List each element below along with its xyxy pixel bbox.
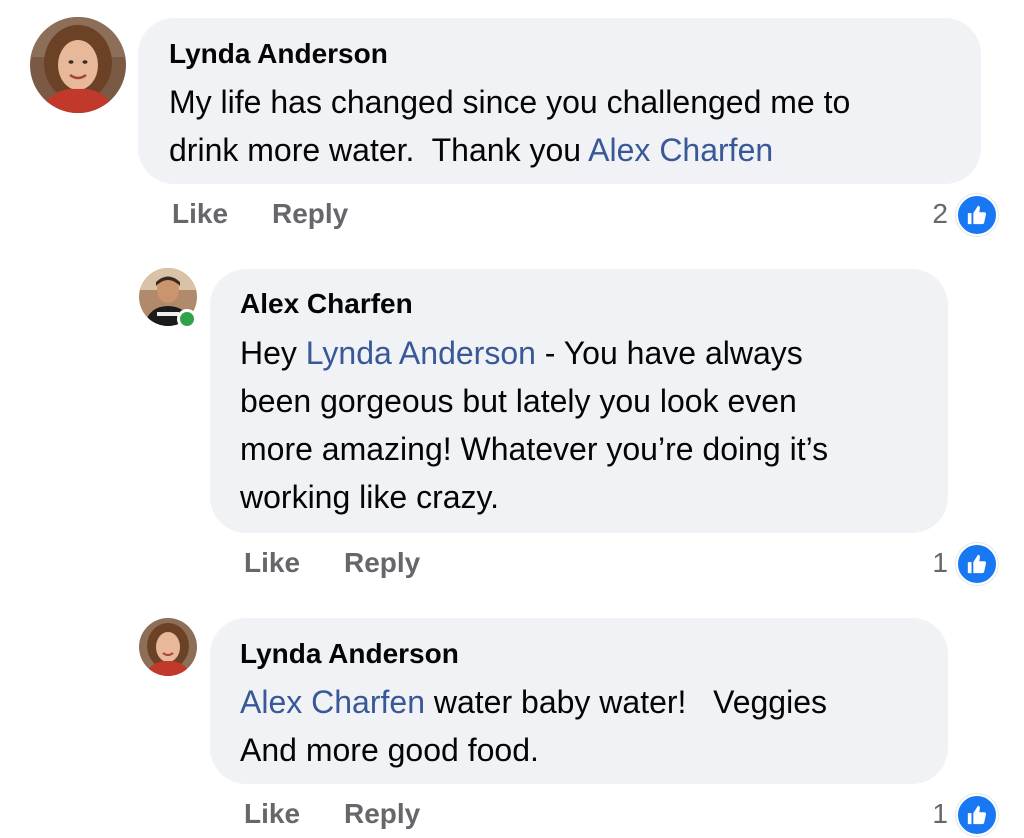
mention-alex-charfen[interactable]: Alex Charfen (588, 132, 773, 168)
comment-author[interactable]: Lynda Anderson (240, 638, 459, 670)
comment-body-line: Alex Charfen water baby water! Veggies (240, 678, 940, 726)
comment-body-line: Hey Lynda Anderson - You have always (240, 329, 940, 377)
reply-button[interactable]: Reply (344, 547, 420, 579)
avatar-lynda-anderson[interactable] (139, 618, 197, 676)
comment-body-line: been gorgeous but lately you look even (240, 383, 797, 419)
comment-body-line: drink more water. Thank you Alex Charfen (169, 126, 969, 174)
like-button[interactable]: Like (244, 547, 300, 579)
comment-body-line: more amazing! Whatever you’re doing it’s (240, 431, 829, 467)
comment-body-text: water baby water! Veggies (424, 684, 827, 720)
comment-author[interactable]: Lynda Anderson (169, 38, 388, 70)
reply-button[interactable]: Reply (344, 798, 420, 830)
like-button[interactable]: Like (172, 198, 228, 230)
comment-body-line: My life has changed since you challenged… (169, 84, 851, 120)
comment-body: Hey Lynda Anderson - You have always bee… (240, 329, 940, 521)
reaction-count[interactable]: 2 (900, 198, 948, 230)
reaction-count[interactable]: 1 (900, 547, 948, 579)
thumbs-up-icon[interactable] (956, 194, 998, 236)
comment-body-text: Hey (240, 335, 306, 371)
profile-photo-lynda (139, 618, 197, 676)
comment-body-text: - You have always (535, 335, 803, 371)
reply-button[interactable]: Reply (272, 198, 348, 230)
comment-body-text: drink more water. Thank you (169, 132, 589, 168)
profile-photo-lynda (30, 17, 126, 113)
avatar-lynda-anderson[interactable] (30, 17, 126, 113)
mention-alex-charfen[interactable]: Alex Charfen (240, 684, 425, 720)
comment-body: Alex Charfen water baby water! Veggies A… (240, 678, 940, 774)
comment-body-line: And more good food. (240, 732, 539, 768)
like-button[interactable]: Like (244, 798, 300, 830)
comment-body: My life has changed since you challenged… (169, 78, 969, 174)
reaction-count[interactable]: 1 (900, 798, 948, 830)
comment-body-line: working like crazy. (240, 479, 500, 515)
online-status-icon (177, 309, 197, 329)
thumbs-up-icon[interactable] (956, 543, 998, 585)
mention-lynda-anderson[interactable]: Lynda Anderson (306, 335, 536, 371)
thumbs-up-icon[interactable] (956, 794, 998, 836)
comment-author[interactable]: Alex Charfen (240, 288, 413, 320)
